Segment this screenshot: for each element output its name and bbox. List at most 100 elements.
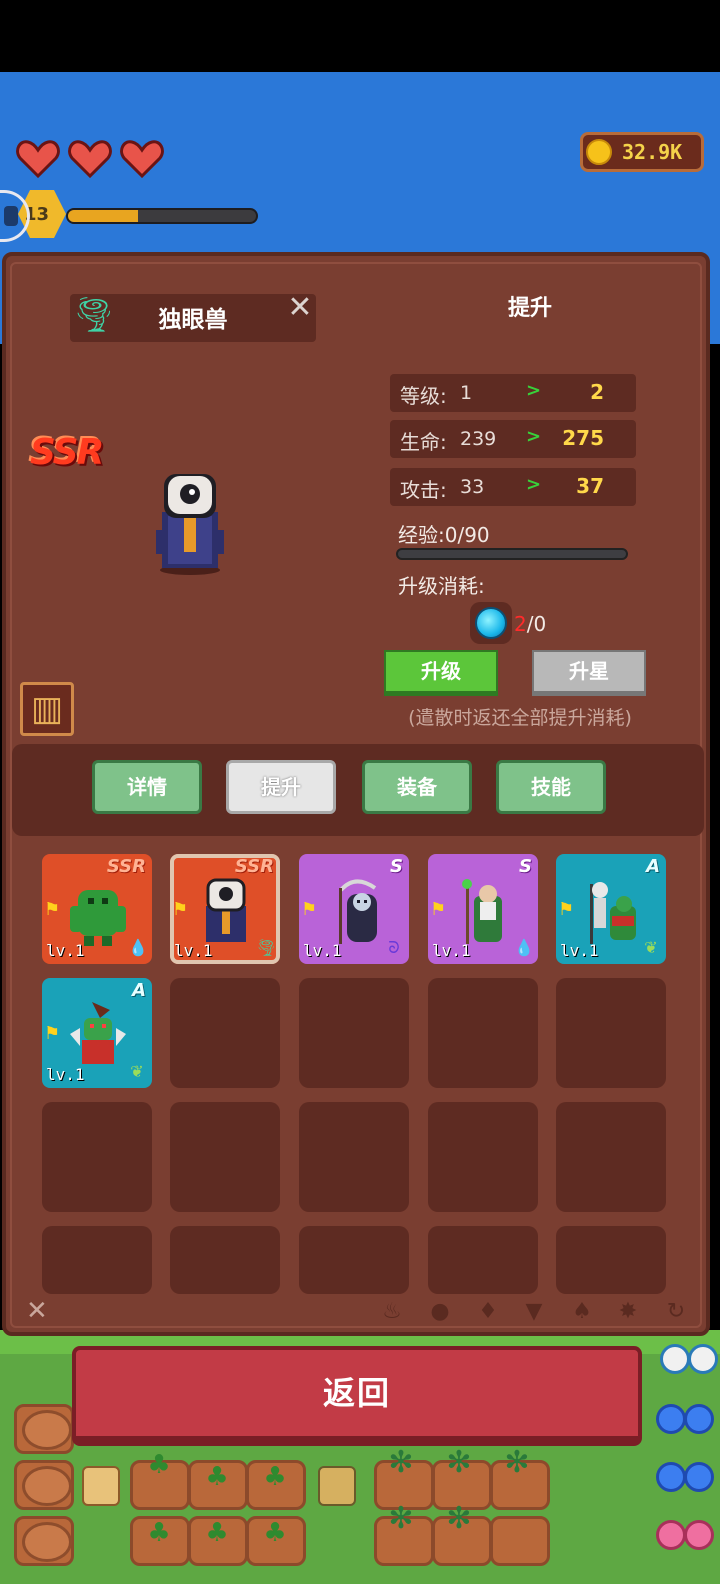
flame-filter-icon[interactable]: ♠ [570,1300,594,1324]
clear-filter-icon[interactable]: ✕ [26,1296,48,1326]
wind-element-icon: 🌪 [256,938,277,957]
stat-label: 等级: [400,384,447,408]
gold-amount: 32.9K [622,140,683,164]
heart-icon [16,140,60,178]
tab-skills[interactable]: 技能 [496,760,606,814]
orc-axeman-sprite [70,1002,126,1064]
stat-next: 2 [590,380,604,404]
stat-label: 生命: [400,430,447,454]
pink-flower-icon [684,1520,714,1550]
stat-label: 攻击: [400,478,447,502]
reaper-sprite [339,879,377,944]
section-title: 提升 [507,296,552,321]
hero-card[interactable]: ⚑ A lv.1 ❦ [42,978,152,1088]
hero-card[interactable]: ⚑ A lv.1 ❦ [556,854,666,964]
palm-sprout-icon: ✻ [446,1445,472,1480]
stat-next: 37 [576,474,604,498]
seed-bag-icon[interactable] [318,1466,356,1506]
card-rank: A [646,856,660,877]
card-rank: SSR [234,856,274,877]
empty-slot [556,978,666,1088]
rarity-badge: SSR [30,432,104,473]
coin-icon [586,139,612,165]
flag-icon: ⚑ [44,1023,61,1044]
water-element-icon: 💧 [514,938,534,957]
blue-flower-icon [656,1404,686,1434]
stat-arrow: > [526,474,542,495]
stat-row-attack: 攻击: 33 > 37 [390,468,636,506]
shield-filter-icon[interactable]: ▼ [522,1300,546,1324]
menu-icon [4,206,18,226]
tab-upgrade[interactable]: 提升 [226,760,336,814]
wind-element-icon: 🌪 [72,295,116,335]
plant-pot [22,1522,72,1562]
blue-flower-icon [684,1404,714,1434]
empty-slot [170,1226,280,1294]
card-level: lv.1 [560,941,599,960]
hero-card[interactable]: ⚑ S lv.1 ᘐ [299,854,409,964]
card-rank: A [132,980,146,1001]
leaf-element-icon: ❦ [130,1062,144,1081]
empty-slot [170,978,280,1088]
exp-bar [396,548,628,560]
empty-slot [556,1102,666,1212]
back-button[interactable]: 返回 [72,1346,642,1446]
flag-icon: ⚑ [301,899,318,920]
heart-icon [68,140,112,178]
card-rank: S [519,856,532,877]
empty-slot [299,1102,409,1212]
blue-flower-icon [684,1462,714,1492]
card-rank: SSR [106,856,146,877]
empty-slot [299,1226,409,1294]
stat-current: 33 [460,476,485,498]
sprout-icon: ♣ [147,1518,171,1548]
flag-icon: ⚑ [172,899,189,920]
cycle-filter-icon[interactable]: ↻ [664,1300,688,1324]
status-bar [0,0,720,72]
palm-sprout-icon: ✻ [388,1501,414,1536]
tab-details[interactable]: 详情 [92,760,202,814]
leaf-element-icon: ❦ [644,938,658,957]
water-filter-icon[interactable]: ♦ [476,1300,500,1324]
flag-icon: ⚑ [44,899,61,920]
tab-equipment[interactable]: 装备 [362,760,472,814]
sprout-icon: ♣ [205,1462,229,1492]
earth-filter-icon[interactable]: ● [428,1300,452,1324]
card-level: lv.1 [432,941,471,960]
heart-icon [120,140,164,178]
hero-name: 独眼兽 [158,307,228,333]
cyclops-sprite [206,878,246,942]
palm-sprout-icon: ✻ [388,1445,414,1480]
seed-bag-icon[interactable] [82,1466,120,1506]
player-xp-bar [66,208,258,224]
empty-slot [428,1102,538,1212]
wind-element-icon: ᘐ [388,938,400,957]
upgrade-button[interactable]: 升级 [384,650,498,696]
hero-portrait [156,474,224,575]
stat-row-hp: 生命: 239 > 275 [390,420,636,458]
white-flower-icon [660,1344,690,1374]
white-flower-icon [688,1344,718,1374]
water-element-icon: 💧 [128,938,148,957]
book-icon[interactable]: ▥ [20,682,74,736]
stat-current: 1 [460,382,473,404]
refund-note: (遣散时返还全部提升消耗) [408,707,632,729]
hero-card[interactable]: ⚑ SSR lv.1 💧 [42,854,152,964]
hero-card-selected[interactable]: ⚑ SSR lv.1 🌪 [170,854,280,964]
empty-slot [428,978,538,1088]
fire-filter-icon[interactable]: ♨ [380,1300,404,1324]
empty-slot [42,1102,152,1212]
blue-flower-icon [656,1462,686,1492]
farm-plot[interactable] [490,1516,550,1566]
hero-card[interactable]: ⚑ S lv.1 💧 [428,854,538,964]
gear-filter-icon[interactable]: ✸ [616,1300,640,1324]
flag-icon: ⚑ [558,899,575,920]
stat-next: 275 [562,426,604,450]
star-up-button[interactable]: 升星 [532,650,646,696]
pink-flower-icon [656,1520,686,1550]
close-icon[interactable]: ✕ [286,292,314,324]
card-level: lv.1 [46,1065,85,1084]
stat-row-level: 等级: 1 > 2 [390,374,636,412]
stat-arrow: > [526,380,542,401]
palm-sprout-icon: ✻ [446,1501,472,1536]
